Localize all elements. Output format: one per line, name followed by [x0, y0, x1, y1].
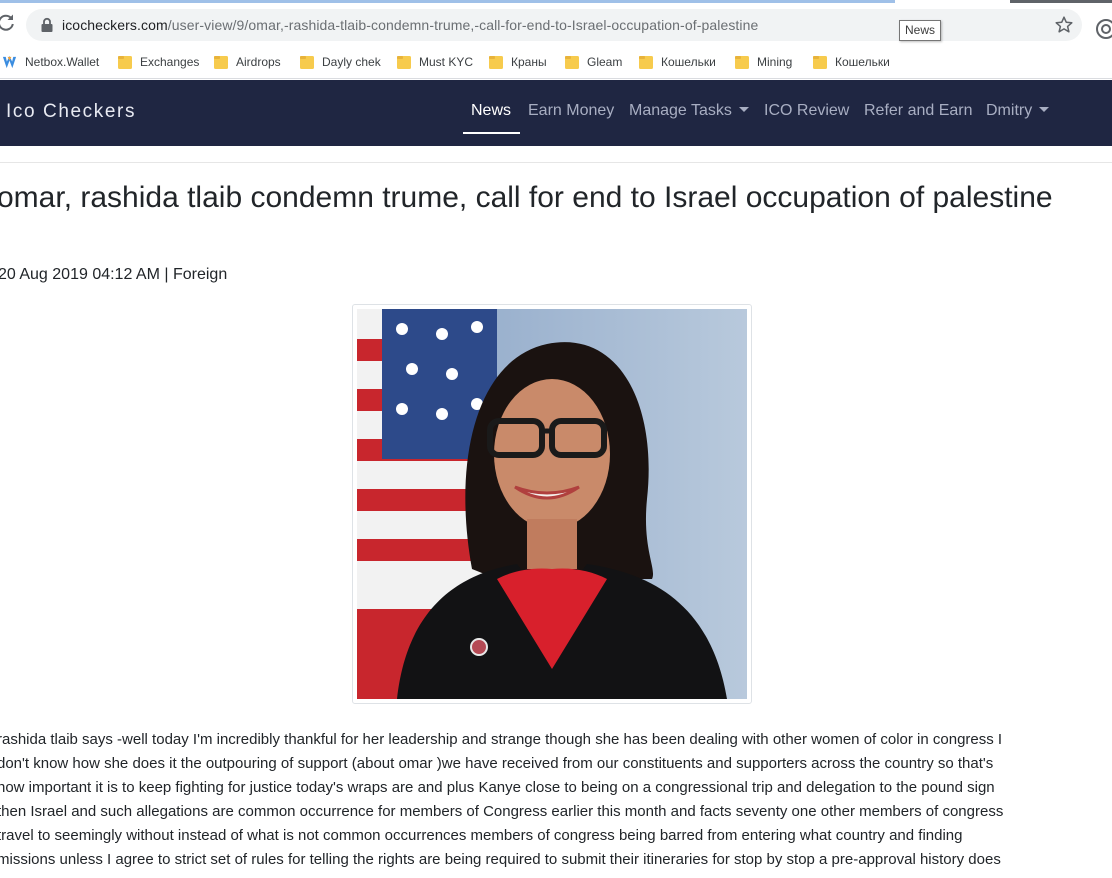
folder-icon [489, 56, 503, 69]
article-body-line: how important it is to keep fighting for… [0, 779, 995, 796]
bookmarks-bar: Netbox.Wallet Exchanges Airdrops Dayly c… [0, 45, 1112, 79]
folder-icon [813, 56, 827, 69]
nav-manage-tasks[interactable]: Manage Tasks [629, 102, 749, 120]
reload-icon[interactable] [0, 12, 16, 32]
nav-ico-review[interactable]: ICO Review [764, 102, 849, 120]
url-path: /user-view/9/omar,-rashida-tlaib-condemn… [167, 17, 759, 33]
tooltip: News [899, 20, 942, 41]
url-text[interactable]: icocheckers.com/user-view/9/omar,-rashid… [62, 17, 758, 33]
folder-icon [300, 56, 314, 69]
nav-news[interactable]: News [471, 102, 511, 120]
address-bar-row: icocheckers.com/user-view/9/omar,-rashid… [0, 3, 1112, 45]
nav-refer-and-earn[interactable]: Refer and Earn [864, 102, 973, 120]
active-nav-indicator [463, 132, 520, 134]
folder-icon [397, 56, 411, 69]
caret-down-icon [1039, 107, 1050, 112]
bookmark-koshelki[interactable]: Кошельки [639, 53, 716, 71]
divider [0, 162, 1112, 163]
bookmark-krany[interactable]: Краны [489, 53, 547, 71]
folder-icon [735, 56, 749, 69]
bookmark-mining[interactable]: Mining [735, 53, 792, 71]
bookmark-dayly-chek[interactable]: Dayly chek [300, 53, 381, 71]
nav-earn-money[interactable]: Earn Money [528, 102, 614, 120]
bookmark-airdrops[interactable]: Airdrops [214, 53, 281, 71]
bookmark-must-kyc[interactable]: Must KYC [397, 53, 473, 71]
netbox-icon [2, 55, 17, 68]
bookmark-gleam[interactable]: Gleam [565, 53, 622, 71]
folder-icon [214, 56, 228, 69]
article-body-line: then Israel and such allegations are com… [0, 803, 1004, 820]
bookmark-exchanges[interactable]: Exchanges [118, 53, 199, 71]
article-body-line: don't know how she does it the outpourin… [0, 755, 994, 772]
bookmark-koshelki-2[interactable]: Кошельки [813, 53, 890, 71]
article-body-line: missions unless I agree to strict set of… [0, 851, 1001, 868]
article-body-line: travel to seemingly without instead of w… [0, 827, 963, 844]
article-photo-frame [352, 304, 752, 704]
caret-down-icon [738, 107, 749, 112]
folder-icon [639, 56, 653, 69]
lock-icon[interactable] [40, 17, 54, 33]
bookmark-netbox-wallet[interactable]: Netbox.Wallet [2, 53, 99, 71]
site-navbar: Ico Checkers News Earn Money Manage Task… [0, 80, 1112, 146]
nav-user-menu[interactable]: Dmitry [986, 102, 1050, 120]
brand-logo[interactable]: Ico Checkers [6, 101, 136, 123]
folder-icon [118, 56, 132, 69]
article-meta: 20 Aug 2019 04:12 AM | Foreign [0, 266, 228, 283]
article-photo [357, 309, 747, 699]
article-body-line: rashida tlaib says -well today I'm incre… [0, 731, 1003, 748]
extension-icon[interactable] [1094, 17, 1112, 41]
url-domain: icocheckers.com [62, 17, 168, 33]
article-title: omar, rashida tlaib condemn trume, call … [0, 181, 1053, 214]
folder-icon [565, 56, 579, 69]
article-body: rashida tlaib says -well today I'm incre… [0, 728, 1097, 872]
bookmark-star-icon[interactable] [1054, 15, 1074, 35]
